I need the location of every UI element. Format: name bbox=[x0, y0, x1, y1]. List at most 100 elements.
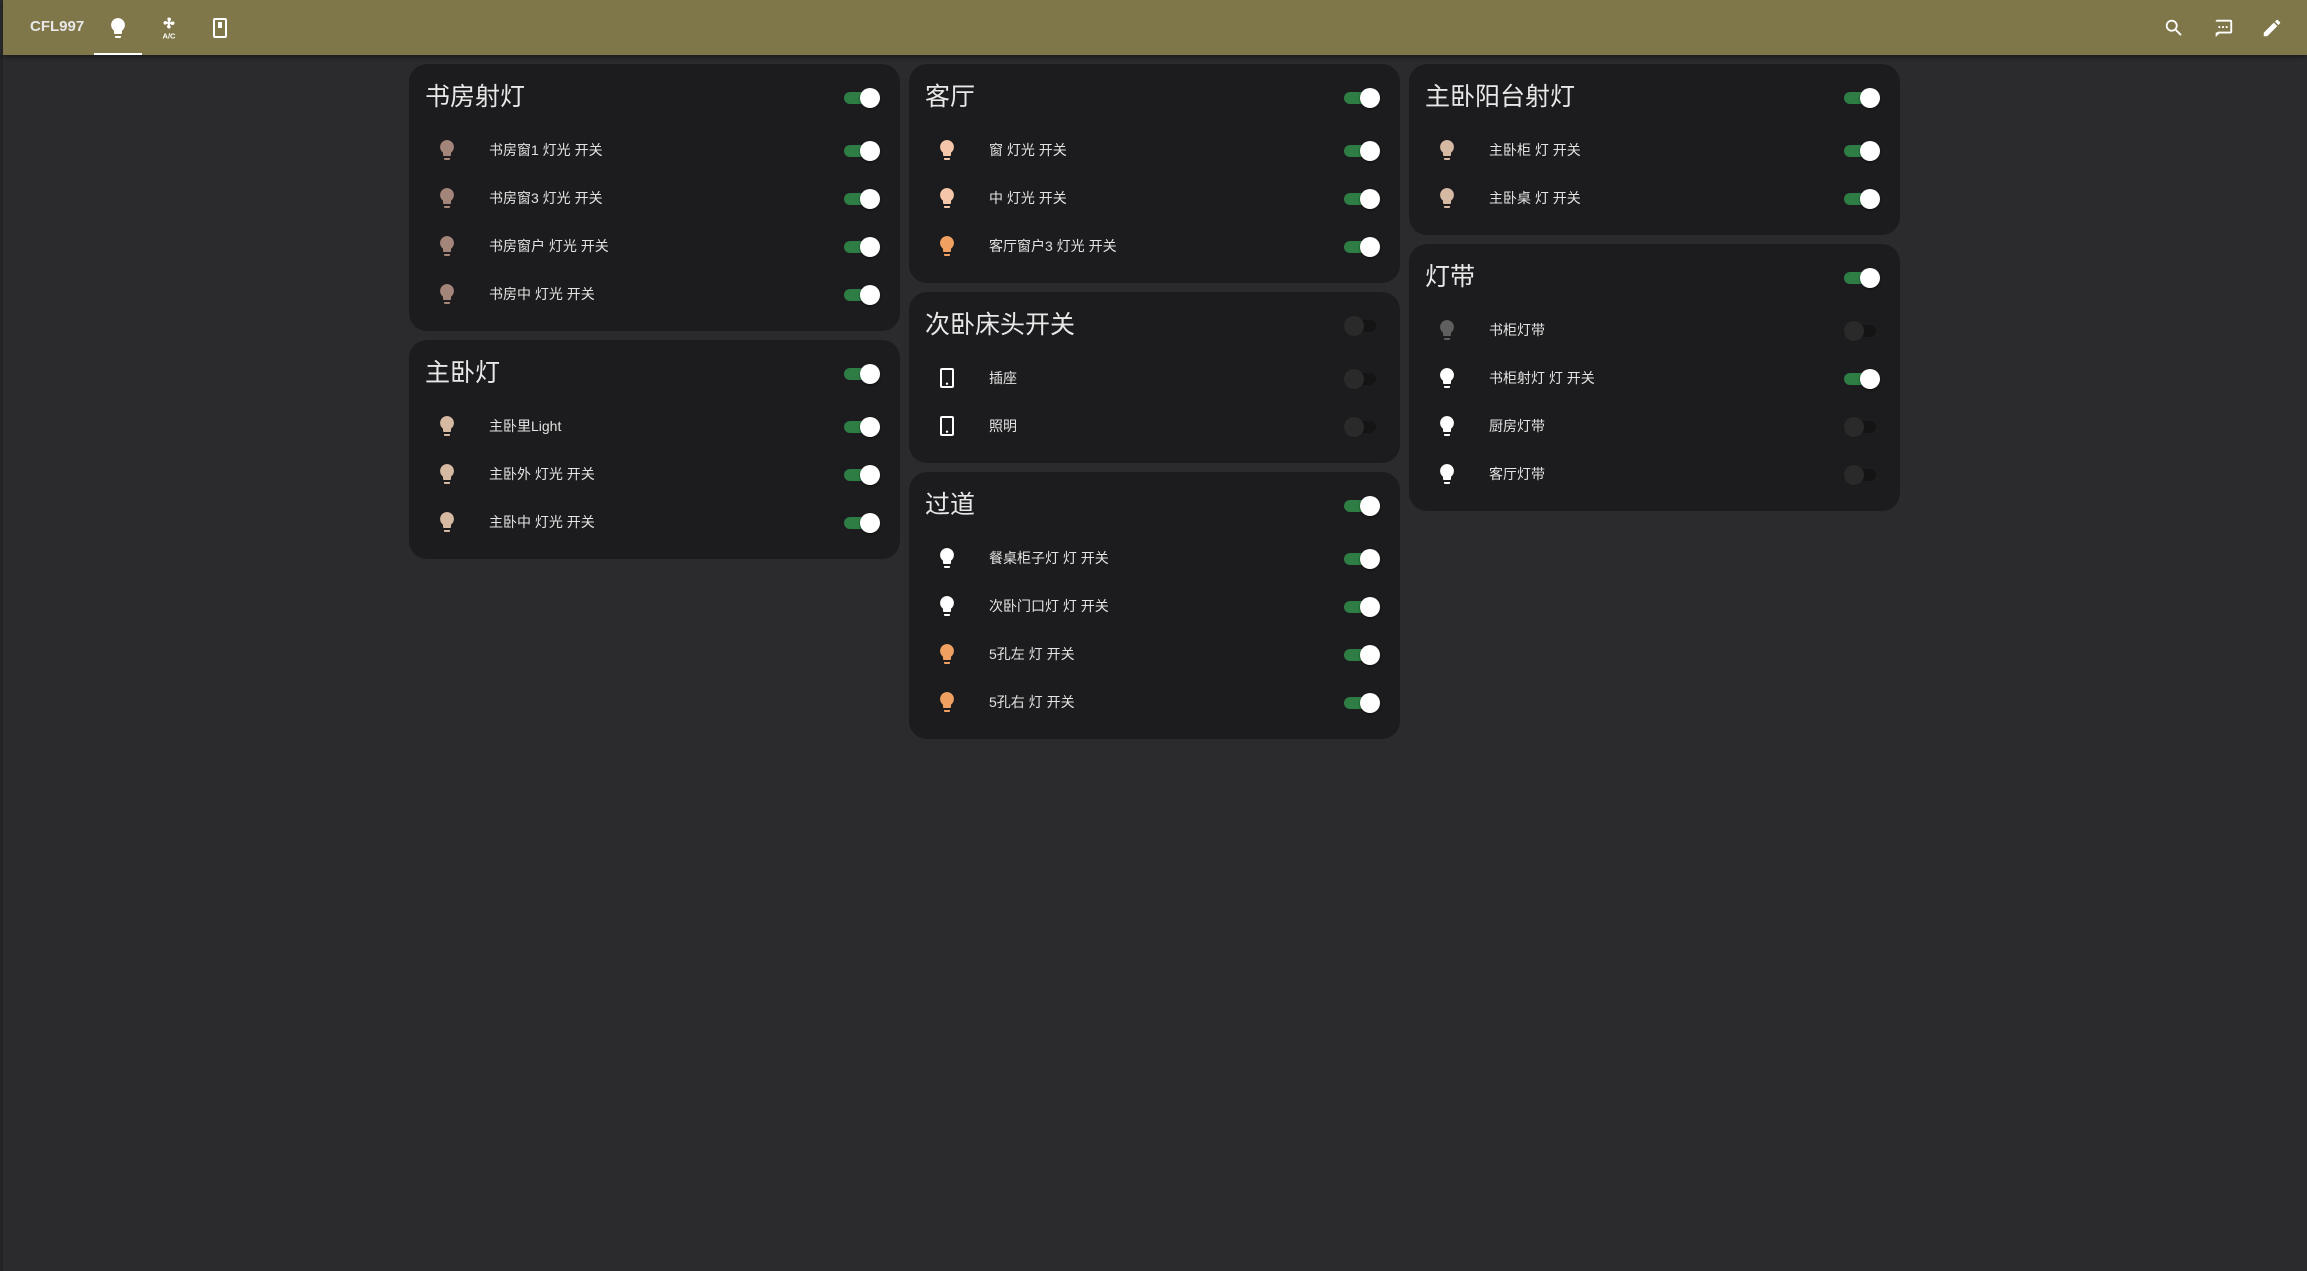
entity-toggle[interactable] bbox=[1344, 691, 1380, 713]
entity-label: 5孔右 灯 开关 bbox=[989, 694, 1075, 710]
entity-label: 客厅窗户3 灯光 开关 bbox=[989, 238, 1117, 254]
entity-row[interactable]: 主卧桌 灯 开关 bbox=[1425, 174, 1884, 222]
svg-text:A/C: A/C bbox=[163, 31, 177, 40]
entity-toggle[interactable] bbox=[844, 139, 880, 161]
card-second-bedroom-bedside: 次卧床头开关 插座 照明 bbox=[909, 292, 1400, 463]
entity-toggle[interactable] bbox=[844, 283, 880, 305]
card-study-spotlights: 书房射灯 书房窗1 灯光 开关 书房窗3 灯光 开关 书房窗户 灯光 开关 书房中 灯光… bbox=[409, 64, 900, 331]
entity-row[interactable]: 主卧柜 灯 开关 bbox=[1425, 126, 1884, 174]
entity-row[interactable]: 中 灯光 开关 bbox=[925, 174, 1384, 222]
lightbulb-icon bbox=[435, 234, 459, 258]
entity-row[interactable]: 书柜灯带 bbox=[1425, 306, 1884, 354]
tab-ac[interactable]: A/C bbox=[145, 0, 193, 55]
entity-toggle[interactable] bbox=[844, 511, 880, 533]
toggle-knob bbox=[1844, 417, 1864, 437]
entity-label: 次卧门口灯 灯 开关 bbox=[989, 598, 1109, 614]
lightbulb-icon bbox=[435, 138, 459, 162]
entity-toggle[interactable] bbox=[1844, 187, 1880, 209]
entity-row[interactable]: 书房窗1 灯光 开关 bbox=[425, 126, 884, 174]
entity-row[interactable]: 书柜射灯 灯 开关 bbox=[1425, 354, 1884, 402]
card-header: 灯带 bbox=[1425, 260, 1884, 294]
toggle-knob bbox=[1360, 496, 1380, 516]
card-header: 过道 bbox=[925, 488, 1384, 522]
entity-toggle[interactable] bbox=[1844, 367, 1880, 389]
entity-label: 书柜灯带 bbox=[1489, 322, 1545, 338]
entity-toggle[interactable] bbox=[1344, 139, 1380, 161]
entity-row[interactable]: 5孔右 灯 开关 bbox=[925, 678, 1384, 726]
entity-row[interactable]: 主卧里Light bbox=[425, 402, 884, 450]
entity-row[interactable]: 窗 灯光 开关 bbox=[925, 126, 1384, 174]
entity-row[interactable]: 餐桌柜子灯 灯 开关 bbox=[925, 534, 1384, 582]
group-toggle[interactable] bbox=[844, 362, 880, 384]
search-icon bbox=[2163, 17, 2185, 39]
entity-row[interactable]: 插座 bbox=[925, 354, 1384, 402]
assist-button[interactable] bbox=[2199, 0, 2247, 55]
entity-row[interactable]: 照明 bbox=[925, 402, 1384, 450]
entity-row[interactable]: 5孔左 灯 开关 bbox=[925, 630, 1384, 678]
entity-toggle[interactable] bbox=[1344, 595, 1380, 617]
entity-toggle[interactable] bbox=[1844, 463, 1880, 485]
entity-row[interactable]: 书房中 灯光 开关 bbox=[425, 270, 884, 318]
card-master-bedroom-lights: 主卧灯 主卧里Light 主卧外 灯光 开关 主卧中 灯光 开关 bbox=[409, 340, 900, 559]
entity-toggle[interactable] bbox=[844, 187, 880, 209]
entity-row[interactable]: 主卧中 灯光 开关 bbox=[425, 498, 884, 546]
entity-row[interactable]: 主卧外 灯光 开关 bbox=[425, 450, 884, 498]
group-toggle[interactable] bbox=[1344, 494, 1380, 516]
entity-toggle[interactable] bbox=[1344, 643, 1380, 665]
entity-label: 主卧里Light bbox=[489, 418, 562, 434]
entity-toggle[interactable] bbox=[844, 415, 880, 437]
card-header: 主卧阳台射灯 bbox=[1425, 80, 1884, 114]
entity-toggle[interactable] bbox=[1844, 415, 1880, 437]
group-toggle[interactable] bbox=[1344, 314, 1380, 336]
group-toggle[interactable] bbox=[844, 86, 880, 108]
entity-row[interactable]: 书房窗户 灯光 开关 bbox=[425, 222, 884, 270]
lightbulb-icon bbox=[935, 186, 959, 210]
group-toggle[interactable] bbox=[1344, 86, 1380, 108]
toggle-knob bbox=[1860, 268, 1880, 288]
entity-toggle[interactable] bbox=[1844, 139, 1880, 161]
toggle-knob bbox=[860, 364, 880, 384]
entity-toggle[interactable] bbox=[844, 235, 880, 257]
card-hallway: 过道餐桌柜子灯 灯 开关次卧门口灯 灯 开关 5孔左 灯 开关 5孔右 灯 开关 bbox=[909, 472, 1400, 739]
entity-toggle[interactable] bbox=[1344, 415, 1380, 437]
left-edge bbox=[0, 55, 3, 1271]
lightbulb-icon bbox=[1435, 462, 1459, 486]
entity-toggle[interactable] bbox=[1844, 319, 1880, 341]
entity-toggle[interactable] bbox=[844, 463, 880, 485]
toggle-knob bbox=[860, 237, 880, 257]
entity-row[interactable]: 客厅窗户3 灯光 开关 bbox=[925, 222, 1384, 270]
top-app-bar: CFL997 A/C bbox=[3, 0, 2307, 55]
card-title: 客厅 bbox=[925, 83, 976, 111]
lightbulb-icon bbox=[435, 414, 459, 438]
entity-row[interactable]: 厨房灯带 bbox=[1425, 402, 1884, 450]
entity-label: 照明 bbox=[989, 418, 1017, 434]
entity-toggle[interactable] bbox=[1344, 547, 1380, 569]
entity-label: 主卧柜 灯 开关 bbox=[1489, 142, 1581, 158]
entity-toggle[interactable] bbox=[1344, 187, 1380, 209]
entity-toggle[interactable] bbox=[1344, 235, 1380, 257]
switch-icon bbox=[208, 16, 232, 40]
card-title: 灯带 bbox=[1425, 263, 1476, 291]
toggle-knob bbox=[1860, 141, 1880, 161]
tab-lights[interactable] bbox=[94, 0, 142, 55]
group-toggle[interactable] bbox=[1844, 266, 1880, 288]
lightbulb-icon bbox=[935, 690, 959, 714]
ac-fan-icon: A/C bbox=[157, 16, 181, 40]
group-toggle[interactable] bbox=[1844, 86, 1880, 108]
toggle-knob bbox=[860, 465, 880, 485]
entity-row[interactable]: 客厅灯带 bbox=[1425, 450, 1884, 498]
entity-label: 书房窗户 灯光 开关 bbox=[489, 238, 609, 254]
entity-toggle[interactable] bbox=[1344, 367, 1380, 389]
lightbulb-icon bbox=[106, 16, 130, 40]
entity-row[interactable]: 书房窗3 灯光 开关 bbox=[425, 174, 884, 222]
search-button[interactable] bbox=[2150, 0, 2198, 55]
entity-label: 书房中 灯光 开关 bbox=[489, 286, 595, 302]
toggle-knob bbox=[1844, 465, 1864, 485]
edit-button[interactable] bbox=[2248, 0, 2296, 55]
entity-row[interactable]: 次卧门口灯 灯 开关 bbox=[925, 582, 1384, 630]
toggle-knob bbox=[860, 417, 880, 437]
toggle-knob bbox=[1360, 189, 1380, 209]
tab-switches[interactable] bbox=[196, 0, 244, 55]
entity-label: 主卧桌 灯 开关 bbox=[1489, 190, 1581, 206]
toggle-knob bbox=[1360, 597, 1380, 617]
